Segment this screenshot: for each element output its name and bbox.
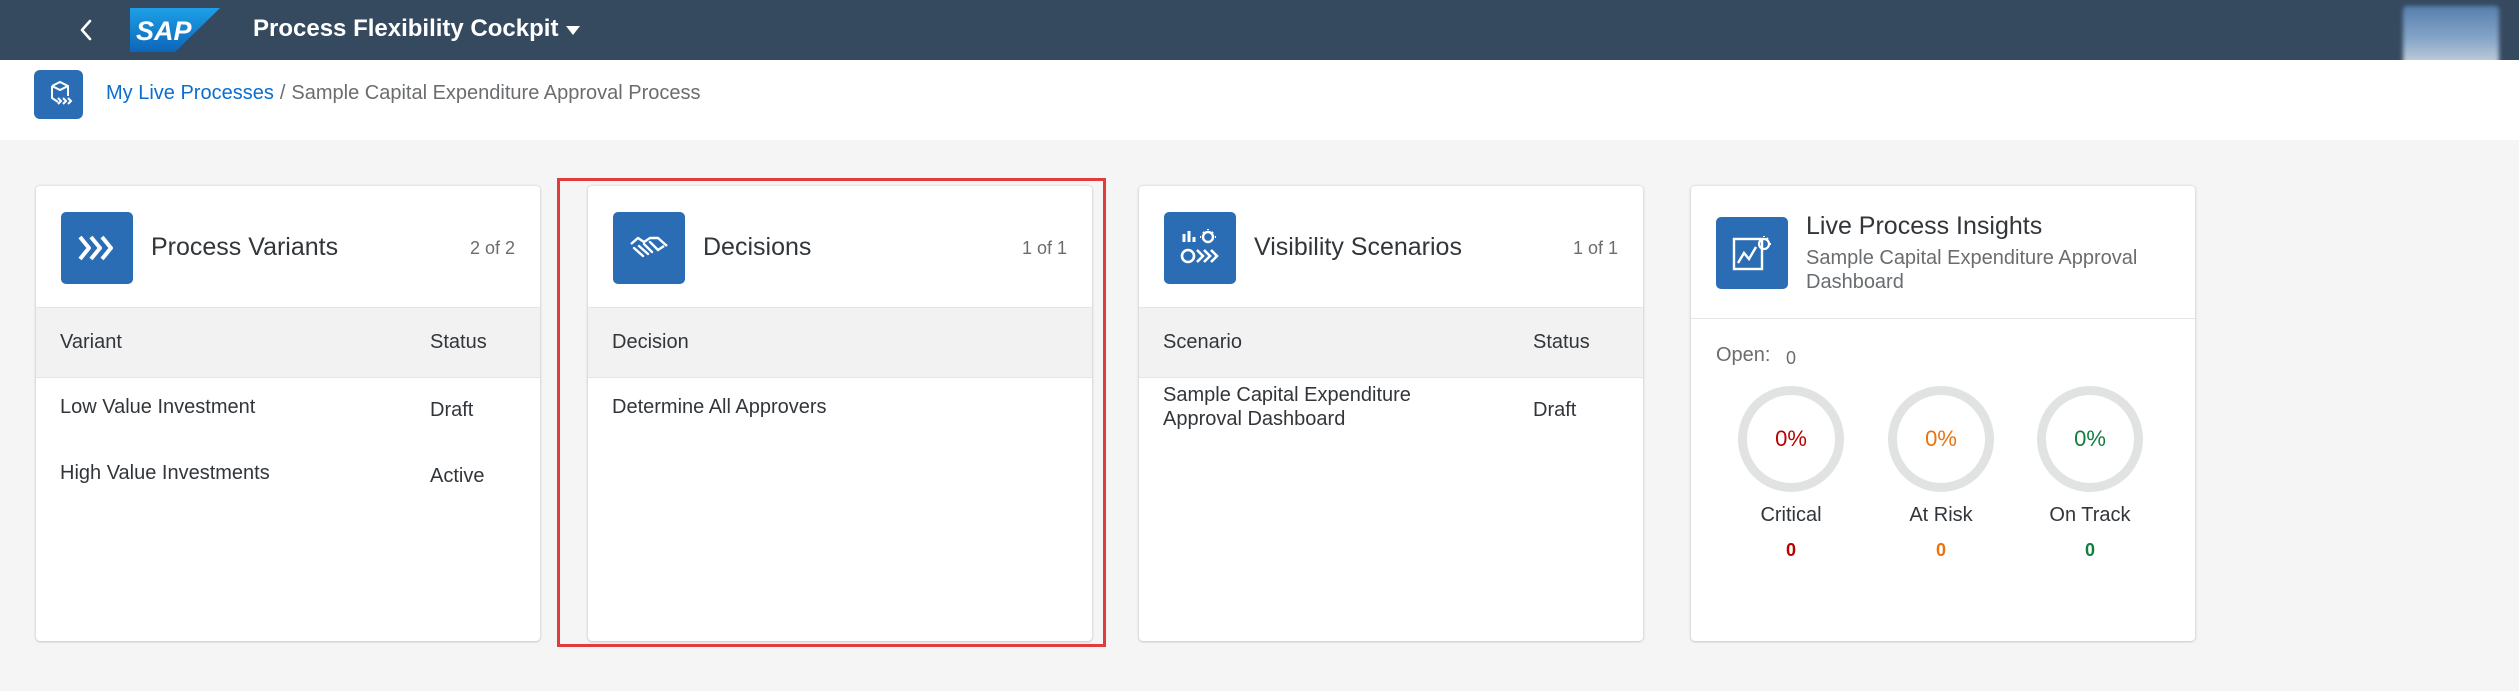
column-header-variant: Variant	[60, 331, 122, 353]
handshake-icon	[613, 212, 685, 284]
card-title: Live Process Insights	[1806, 212, 2043, 240]
user-avatar[interactable]	[2403, 6, 2499, 66]
at-risk-percent: 0%	[1925, 426, 1957, 451]
card-subtitle: Sample Capital Expenditure Approval Dash…	[1806, 247, 2138, 293]
card-title: Visibility Scenarios	[1254, 233, 1462, 261]
decision-name: Determine All Approvers	[612, 396, 827, 418]
card-header: Visibility Scenarios 1 of 1	[1139, 186, 1643, 308]
breadcrumb: My Live Processes / Sample Capital Expen…	[106, 82, 701, 105]
sap-logo[interactable]: SAP	[130, 8, 220, 52]
process-icon	[34, 70, 83, 119]
chevron-left-icon	[80, 19, 92, 41]
variant-name: High Value Investments	[60, 462, 270, 484]
variant-status: Draft	[430, 399, 474, 421]
app-title: Process Flexibility Cockpit	[253, 15, 559, 42]
scenario-status: Draft	[1533, 399, 1577, 421]
critical-label: Critical	[1760, 504, 1822, 526]
card-title: Process Variants	[151, 233, 339, 261]
table-header: Variant Status	[36, 308, 540, 378]
table-row[interactable]: Low Value Investment Draft	[36, 378, 540, 444]
variant-status: Active	[430, 465, 485, 487]
card-header: Live Process Insights Sample Capital Exp…	[1691, 186, 2195, 319]
at-risk-count: 0	[1935, 540, 1946, 560]
at-risk-donut[interactable]: 0%	[1888, 386, 1994, 492]
back-button[interactable]	[66, 12, 106, 48]
table-row[interactable]: High Value Investments Active	[36, 444, 540, 510]
card-count: 2 of 2	[469, 238, 515, 258]
breadcrumb-current: Sample Capital Expenditure Approval Proc…	[291, 82, 701, 104]
column-header-status: Status	[430, 331, 487, 353]
on-track-percent: 0%	[2074, 426, 2106, 451]
critical-percent: 0%	[1775, 426, 1807, 451]
page-header: My Live Processes / Sample Capital Expen…	[0, 60, 2519, 140]
column-header-status: Status	[1533, 331, 1590, 353]
card-header: Process Variants 2 of 2	[36, 186, 540, 308]
card-header: Decisions 1 of 1	[588, 186, 1092, 308]
table-row[interactable]: Sample Capital Expenditure Approval Dash…	[1139, 378, 1643, 458]
open-label: Open:	[1716, 344, 1771, 366]
card-count: 1 of 1	[1572, 238, 1618, 258]
visibility-scenarios-icon	[1164, 212, 1236, 284]
card-count: 1 of 1	[1021, 238, 1067, 258]
card-title: Decisions	[703, 233, 812, 261]
scenario-name-line1: Sample Capital Expenditure	[1163, 384, 1411, 406]
card-visibility-scenarios[interactable]: Visibility Scenarios 1 of 1 Scenario Sta…	[1139, 186, 1643, 641]
caret-down-icon	[566, 26, 581, 35]
on-track-count: 0	[2084, 540, 2095, 560]
on-track-label: On Track	[2049, 504, 2131, 526]
app-title-menu[interactable]: Process Flexibility Cockpit	[253, 14, 581, 44]
sap-logo-text: SAP	[136, 16, 193, 46]
shell-bar: SAP Process Flexibility Cockpit	[0, 0, 2519, 66]
at-risk-label: At Risk	[1909, 504, 1973, 526]
card-process-variants[interactable]: Process Variants 2 of 2 Variant Status L…	[36, 186, 540, 641]
critical-count: 0	[1785, 540, 1796, 560]
column-header-scenario: Scenario	[1163, 331, 1242, 353]
card-live-process-insights[interactable]: Live Process Insights Sample Capital Exp…	[1691, 186, 2195, 641]
column-header-decision: Decision	[612, 331, 689, 353]
breadcrumb-link-live-processes[interactable]: My Live Processes	[106, 82, 274, 105]
table-header: Decision	[588, 308, 1092, 378]
open-value: 0	[1786, 348, 1797, 368]
table-row[interactable]: Determine All Approvers	[588, 378, 1092, 444]
insights-icon	[1716, 217, 1788, 289]
scenario-name-line2: Approval Dashboard	[1163, 408, 1346, 430]
breadcrumb-separator: /	[279, 82, 286, 104]
on-track-donut[interactable]: 0%	[2037, 386, 2143, 492]
variant-name: Low Value Investment	[60, 396, 256, 418]
process-variants-icon	[61, 212, 133, 284]
critical-donut[interactable]: 0%	[1738, 386, 1844, 492]
table-header: Scenario Status	[1139, 308, 1643, 378]
card-decisions[interactable]: Decisions 1 of 1 Decision Determine All …	[588, 186, 1092, 641]
